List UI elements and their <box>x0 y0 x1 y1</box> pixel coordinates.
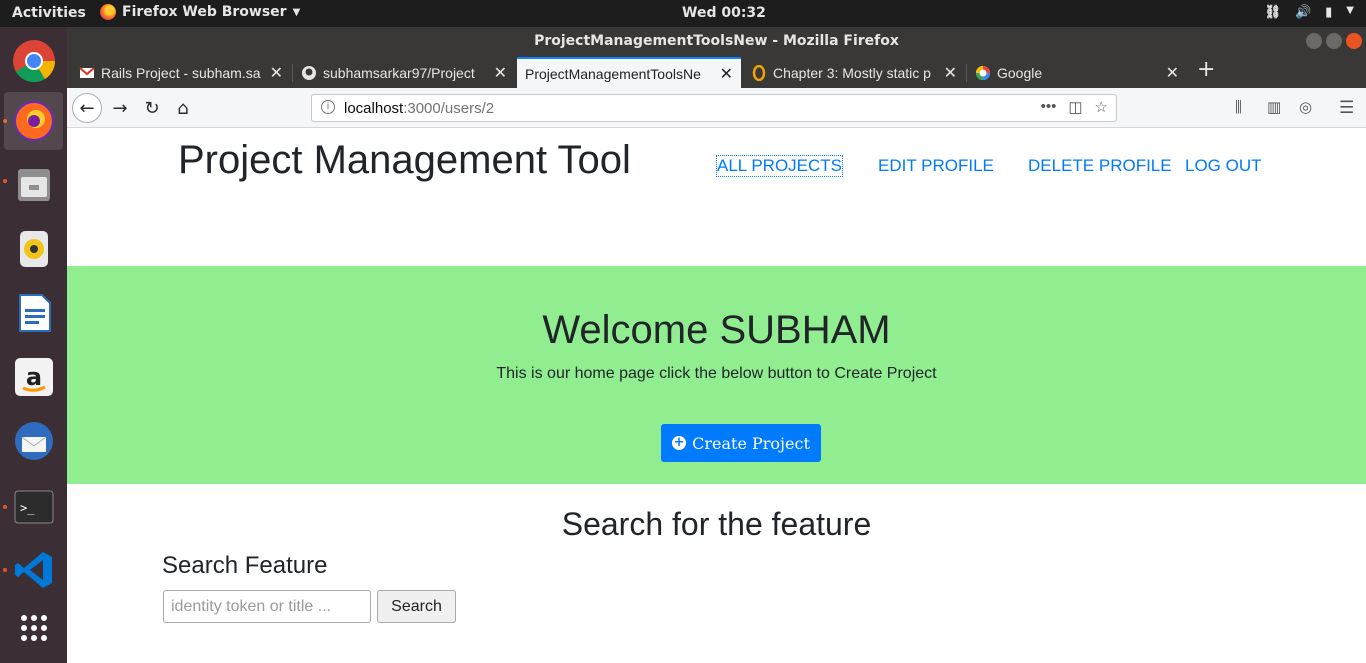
home-icon: ⌂ <box>177 97 189 119</box>
search-label: Search Feature <box>162 552 328 579</box>
welcome-heading: Welcome SUBHAM <box>542 308 891 352</box>
create-project-label: Create Project <box>692 433 810 453</box>
library-icon[interactable]: ⫼ <box>1235 98 1242 116</box>
dock-firefox[interactable] <box>4 92 63 150</box>
tab-gmail[interactable]: Rails Project - subham.sa ✕ <box>71 57 291 88</box>
dock-rhythmbox[interactable] <box>4 220 63 278</box>
close-tab-icon[interactable]: ✕ <box>494 63 507 83</box>
bookmark-star-icon[interactable]: ☆ <box>1095 98 1108 116</box>
show-apps-icon <box>20 615 47 641</box>
create-project-button[interactable]: + Create Project <box>661 424 821 462</box>
firefox-icon <box>100 4 116 20</box>
sidebar-icon[interactable]: ▥ <box>1267 98 1281 116</box>
tab-title: Google <box>997 64 1043 81</box>
new-tab-icon[interactable]: + <box>1197 57 1215 82</box>
thunderbird-icon <box>14 422 53 460</box>
system-top-bar: Activities Firefox Web Browser ▼ Wed 00:… <box>0 0 1366 27</box>
tab-github[interactable]: subhamsarkar97/Project ✕ <box>293 57 515 88</box>
firefox-icon <box>13 101 54 141</box>
tab-project-management[interactable]: ProjectManagementToolsNe ✕ <box>517 57 741 88</box>
terminal-icon: >_ <box>14 490 53 524</box>
github-icon <box>302 65 316 80</box>
edit-profile-link[interactable]: EDIT PROFILE <box>878 156 994 176</box>
tab-title: Rails Project - subham.sa <box>101 64 261 81</box>
app-menu-label: Firefox Web Browser <box>122 4 287 20</box>
close-tab-icon[interactable]: ✕ <box>1166 63 1179 83</box>
volume-icon: 🔊 <box>1294 5 1312 20</box>
network-icon: ⛓ <box>1264 5 1281 20</box>
dock-chrome[interactable] <box>4 32 63 90</box>
pocket-icon[interactable]: ◫ <box>1068 98 1082 116</box>
tab-google[interactable]: Google ✕ <box>967 57 1187 88</box>
arrow-left-icon: ← <box>79 97 95 119</box>
window-title-bar: ProjectManagementToolsNew - Mozilla Fire… <box>67 27 1366 55</box>
tab-bar: Rails Project - subham.sa ✕ subhamsarkar… <box>67 55 1366 88</box>
svg-text:>_: >_ <box>20 501 35 515</box>
welcome-text: This is our home page click the below bu… <box>496 365 937 382</box>
dock-show-apps[interactable] <box>4 599 63 657</box>
amazon-icon: a <box>14 358 53 396</box>
dock-vscode[interactable] <box>4 541 63 599</box>
minimize-button[interactable] <box>1306 33 1322 49</box>
plus-circle-icon: + <box>672 435 687 450</box>
menu-icon[interactable]: ☰ <box>1339 98 1354 118</box>
chevron-down-icon: ▼ <box>1346 5 1354 16</box>
battery-icon: ▮ <box>1325 5 1333 20</box>
files-icon <box>17 169 50 201</box>
dock-writer[interactable] <box>4 284 63 342</box>
libreoffice-writer-icon <box>18 294 51 332</box>
close-tab-icon[interactable]: ✕ <box>720 64 733 84</box>
caret-down-icon: ▼ <box>292 6 301 18</box>
dock-thunderbird[interactable] <box>4 412 63 470</box>
search-input[interactable] <box>163 590 371 623</box>
navigation-toolbar: ← → ↻ ⌂ i localhost:3000/users/2 ••• ◫ ☆… <box>67 88 1366 128</box>
dock-files[interactable] <box>4 156 63 214</box>
svg-text:a: a <box>25 363 41 391</box>
arrow-right-icon: → <box>112 97 128 119</box>
dock: a >_ <box>0 27 67 663</box>
back-button[interactable]: ← <box>72 93 102 123</box>
forward-button[interactable]: → <box>107 95 133 121</box>
window-title: ProjectManagementToolsNew - Mozilla Fire… <box>534 33 899 49</box>
app-menu[interactable]: Firefox Web Browser ▼ <box>100 4 300 20</box>
system-tray[interactable]: ⛓ 🔊 ▮ ▼ <box>1264 5 1354 20</box>
search-button[interactable]: Search <box>377 590 456 623</box>
clock[interactable]: Wed 00:32 <box>682 5 766 21</box>
search-section-title: Search for the feature <box>561 506 872 542</box>
close-window-button[interactable] <box>1346 33 1362 49</box>
reload-button[interactable]: ↻ <box>139 95 165 121</box>
vscode-icon <box>14 552 52 588</box>
info-icon[interactable]: i <box>321 100 335 114</box>
url-bar[interactable]: i localhost:3000/users/2 ••• ◫ ☆ <box>311 94 1117 122</box>
tab-title: ProjectManagementToolsNe <box>525 65 701 82</box>
google-icon <box>976 65 990 80</box>
gmail-icon <box>79 66 95 78</box>
tab-oreilly[interactable]: Chapter 3: Mostly static p ✕ <box>743 57 965 88</box>
site-brand[interactable]: Project Management Tool <box>178 138 631 183</box>
maximize-button[interactable] <box>1326 33 1342 49</box>
dock-terminal[interactable]: >_ <box>4 478 63 536</box>
oreilly-icon <box>752 64 766 81</box>
chrome-icon <box>12 40 55 83</box>
sync-icon[interactable]: ◎ <box>1299 98 1312 116</box>
url-host: localhost <box>344 100 404 117</box>
page-actions-icon[interactable]: ••• <box>1041 98 1057 116</box>
url-path: :3000/users/2 <box>403 100 495 117</box>
dock-amazon[interactable]: a <box>4 348 63 406</box>
rhythmbox-icon <box>19 231 48 267</box>
all-projects-link[interactable]: ALL PROJECTS <box>715 155 844 177</box>
home-button[interactable]: ⌂ <box>170 95 196 121</box>
web-page: Project Management Tool ALL PROJECTS EDI… <box>67 129 1366 663</box>
tab-title: subhamsarkar97/Project <box>323 64 475 81</box>
close-tab-icon[interactable]: ✕ <box>944 63 957 83</box>
welcome-banner: Welcome SUBHAM This is our home page cli… <box>67 266 1366 484</box>
delete-profile-link[interactable]: DELETE PROFILE <box>1028 156 1172 176</box>
tab-title: Chapter 3: Mostly static p <box>773 64 931 81</box>
activities-button[interactable]: Activities <box>12 5 86 21</box>
close-tab-icon[interactable]: ✕ <box>270 63 283 83</box>
log-out-link[interactable]: LOG OUT <box>1185 156 1262 176</box>
reload-icon: ↻ <box>144 97 160 119</box>
